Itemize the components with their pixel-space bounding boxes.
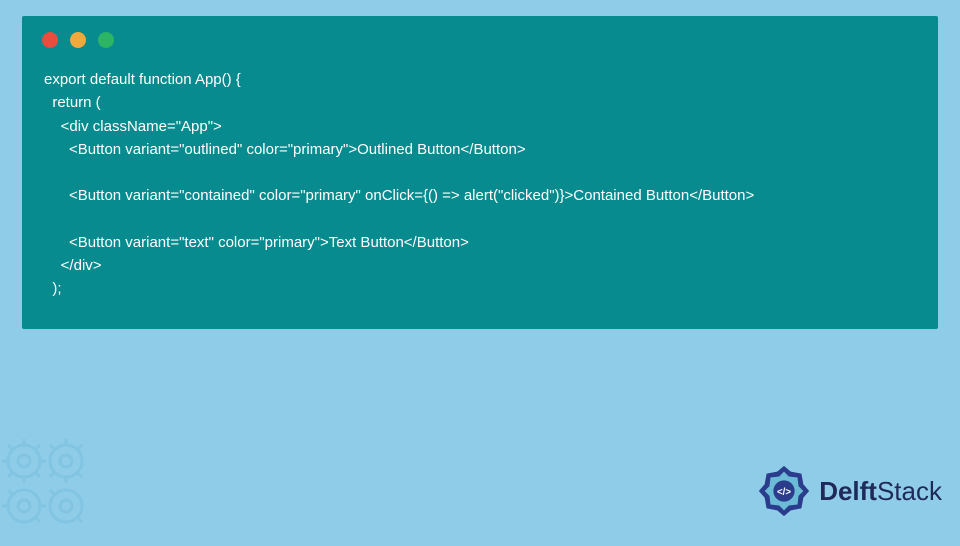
- close-icon: [42, 32, 58, 48]
- code-line: );: [44, 280, 62, 297]
- svg-text:</>: </>: [777, 487, 791, 498]
- brand-logo: </> DelftStack: [755, 462, 942, 520]
- code-line: <Button variant="text" color="primary">T…: [44, 234, 469, 251]
- maximize-icon: [98, 32, 114, 48]
- watermark-gears-icon: [0, 431, 104, 546]
- code-line: export default function App() {: [44, 71, 241, 88]
- code-line: <Button variant="outlined" color="primar…: [44, 141, 526, 158]
- window-controls: [22, 16, 938, 60]
- code-line: </div>: [44, 257, 102, 274]
- code-line: <Button variant="contained" color="prima…: [44, 187, 754, 204]
- code-line: return (: [44, 94, 101, 111]
- minimize-icon: [70, 32, 86, 48]
- brand-name: DelftStack: [819, 476, 942, 507]
- code-window: export default function App() { return (…: [22, 16, 938, 329]
- code-line: <div className="App">: [44, 118, 222, 135]
- code-content: export default function App() { return (…: [22, 60, 938, 309]
- logo-icon: </>: [755, 462, 813, 520]
